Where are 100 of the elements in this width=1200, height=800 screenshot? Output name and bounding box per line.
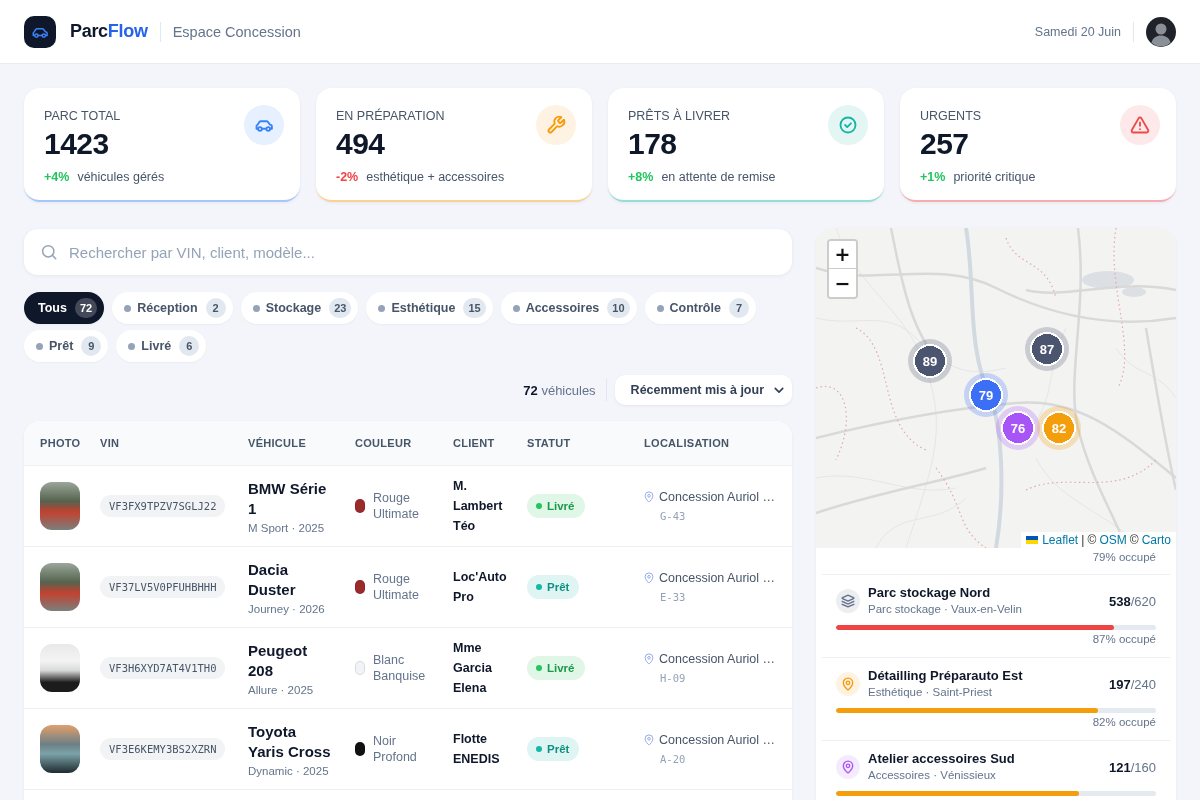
site-name: Atelier accessoires Sud (868, 751, 1016, 767)
status-label: Prêt (547, 743, 570, 755)
slot-code: H-09 (660, 672, 686, 684)
client-name: M. Lambert Téo (453, 478, 504, 535)
count-badge: 2 (205, 298, 226, 318)
slot-code: E-33 (660, 591, 686, 603)
stat-caption: véhicules gérés (77, 169, 165, 186)
status-dot-icon (128, 342, 136, 350)
filter-chip[interactable]: Esthétique 15 (366, 292, 493, 324)
date-label: Samedi 20 Juin (1034, 24, 1121, 39)
vin-code: VF3E6KEMY3BS2XZRN (100, 738, 226, 760)
stat-change: +4% (44, 169, 70, 186)
stat-change: +1% (920, 169, 946, 186)
column-header: PHOTO (40, 437, 82, 449)
map-pin-icon (644, 653, 654, 665)
count-badge: 9 (81, 336, 102, 356)
filter-chip[interactable]: Stockage 23 (240, 292, 359, 324)
site-capacity: 121/160 (1109, 759, 1156, 775)
attribution-link[interactable]: Leaflet (1042, 533, 1079, 547)
site-name: Parc stockage Nord (868, 585, 992, 601)
location-name: Concession Auriol … (659, 490, 776, 504)
color-name: Noir Profond (373, 733, 418, 765)
status-dot-icon (656, 304, 664, 312)
count-badge: 15 (463, 298, 486, 318)
car-photo-placeholder (40, 482, 80, 530)
stat-label: PRÊTS À LIVRER (628, 108, 731, 124)
site-capacity: 538/620 (1109, 593, 1156, 609)
filter-chip[interactable]: Prêt 9 (24, 330, 109, 362)
color-name: Rouge Ultimate (373, 571, 420, 603)
vehicle-name: Toyota Yaris Cross (248, 721, 332, 762)
site-subtitle: Esthétique · Saint-Priest (868, 685, 993, 700)
chevron-down-icon (774, 386, 784, 394)
stat-value: 494 (336, 126, 385, 162)
count-badge: 7 (728, 298, 749, 318)
attribution-link[interactable]: Carto (1141, 533, 1171, 547)
car-logo-icon (24, 15, 56, 48)
site-subtitle: Accessoires · Vénissieux (868, 768, 997, 783)
brand-name: ParcFlow (70, 21, 148, 42)
filter-chip[interactable]: Tous 72 (24, 292, 105, 324)
filter-chip[interactable]: Réception 2 (112, 292, 233, 324)
stat-value: 1423 (44, 126, 109, 162)
stat-caption: esthétique + accessoires (366, 169, 505, 186)
column-header: CLIENT (453, 437, 496, 449)
stat-label: EN PRÉPARATION (336, 108, 445, 124)
vehicle-count: 72 véhicules (523, 382, 596, 398)
client-name: Loc'Auto Pro (453, 569, 508, 606)
stat-label: PARC TOTAL (44, 108, 121, 124)
column-header: VIN (100, 437, 121, 449)
attribution-text: | © (1081, 533, 1097, 547)
search-icon (40, 243, 58, 261)
client-name: Flotte ENEDIS (453, 731, 501, 768)
car-photo-placeholder (40, 644, 80, 692)
attribution-link[interactable]: OSM (1099, 533, 1127, 547)
slot-code: A-20 (660, 753, 686, 765)
column-header: COULEUR (355, 437, 413, 449)
count-badge: 72 (74, 298, 98, 318)
location-name: Concession Auriol … (659, 652, 776, 666)
site-subtitle: Parc stockage · Vaux-en-Velin (868, 602, 1023, 617)
stat-label: URGENTS (920, 108, 982, 124)
vehicle-name: Peugeot 208 (248, 640, 309, 681)
color-name: Rouge Ultimate (373, 490, 420, 522)
map-pin-icon (644, 572, 654, 584)
occupancy-label: 87% occupé (1092, 632, 1156, 647)
column-header: STATUT (527, 437, 572, 449)
vehicle-trim: Dynamic · 2025 (248, 764, 329, 777)
vin-code: VF3FX9TPZV7SGLJ22 (100, 495, 226, 517)
status-dot-icon (252, 304, 260, 312)
stat-caption: priorité critique (953, 169, 1036, 186)
vin-code: VF3H6XYD7AT4V1TH0 (100, 657, 226, 679)
workspace-title: Espace Concession (172, 23, 301, 40)
location-name: Concession Auriol … (659, 571, 776, 585)
stat-value: 257 (920, 126, 969, 162)
car-photo-placeholder (40, 725, 80, 773)
zoom-in-button[interactable]: + (829, 241, 856, 269)
stat-change: -2% (336, 169, 359, 186)
count-badge: 6 (179, 336, 200, 356)
map-drawing[interactable] (816, 228, 1176, 548)
status-label: Livré (547, 500, 575, 512)
vehicle-trim: Allure · 2025 (248, 683, 314, 696)
stat-caption: en attente de remise (661, 169, 776, 186)
user-avatar-icon[interactable] (1146, 16, 1176, 47)
status-dot-icon (378, 304, 386, 312)
slot-code: G-43 (660, 510, 686, 522)
occupancy-label: 82% occupé (1092, 715, 1156, 730)
attribution-text: © (1129, 533, 1139, 547)
filter-chip[interactable]: Contrôle 7 (644, 292, 756, 324)
filter-chip[interactable]: Livré 6 (116, 330, 207, 362)
site-name: Détailling Préparauto Est (868, 668, 1024, 684)
status-label: Livré (547, 662, 575, 674)
column-header: VÉHICULE (248, 437, 308, 449)
occupancy-label: 79% occupé (1092, 550, 1156, 565)
search-field[interactable]: Rechercher par VIN, client, modèle... (24, 229, 792, 275)
vehicle-trim: Journey · 2026 (248, 602, 325, 615)
vehicle-name: Dacia Duster (248, 559, 297, 600)
count-badge: 23 (329, 298, 352, 318)
site-capacity: 197/240 (1109, 676, 1156, 692)
map-pin-icon (644, 491, 654, 503)
status-dot-icon (36, 342, 43, 350)
sort-select[interactable]: Récemment mis à jour (614, 375, 792, 405)
filter-chip[interactable]: Accessoires 10 (500, 292, 637, 324)
